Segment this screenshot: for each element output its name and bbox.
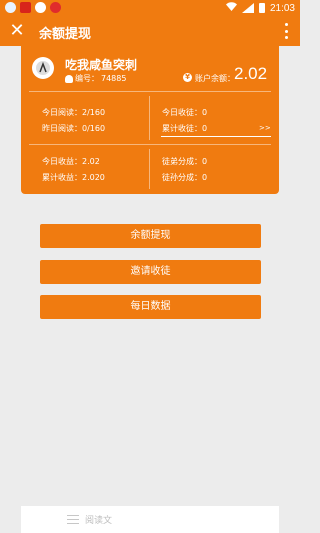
bottom-tab-bar: 阅读文 bbox=[21, 506, 279, 533]
toutiao-icon bbox=[20, 2, 31, 13]
total-disciples-stat[interactable]: 累计收徒：0 bbox=[162, 123, 207, 134]
qq-icon bbox=[5, 2, 16, 13]
user-name: 吃我咸鱼突刺 bbox=[65, 58, 138, 72]
more-arrow[interactable]: >> bbox=[259, 124, 271, 132]
weibo-icon bbox=[50, 2, 61, 13]
user-id: 编号： 74885 bbox=[65, 73, 126, 84]
system-icons: 21:03 bbox=[225, 2, 295, 14]
signal-icon bbox=[241, 3, 254, 13]
wifi-icon bbox=[225, 2, 237, 14]
app-bar: ✕ 余额提现 bbox=[0, 16, 300, 46]
user-id-value: 74885 bbox=[101, 74, 127, 83]
battery-icon bbox=[258, 3, 265, 13]
more-vertical-icon[interactable] bbox=[285, 23, 289, 39]
balance-label: 账户余额： bbox=[195, 74, 235, 83]
today-income-stat: 今日收益：2.02 bbox=[42, 157, 100, 166]
close-icon[interactable]: ✕ bbox=[9, 22, 25, 40]
yuan-icon: ¥ bbox=[183, 73, 192, 82]
user-icon bbox=[65, 74, 73, 83]
divider bbox=[149, 149, 150, 189]
divider bbox=[149, 96, 150, 140]
tab-read[interactable]: 阅读文 bbox=[85, 513, 112, 526]
total-income-stat: 累计收益：2.020 bbox=[42, 173, 105, 182]
yesterday-read-stat: 昨日阅读：0/160 bbox=[42, 124, 106, 133]
disciple-share-stat: 徒弟分成：0 bbox=[162, 157, 208, 166]
list-icon[interactable] bbox=[67, 515, 79, 524]
notification-icons bbox=[5, 2, 61, 13]
grand-disciple-share-stat: 徒孙分成：0 bbox=[162, 173, 208, 182]
clock: 21:03 bbox=[269, 2, 295, 14]
underline bbox=[161, 136, 271, 137]
today-read-stat: 今日阅读：2/160 bbox=[42, 108, 106, 117]
wechat-icon bbox=[35, 2, 46, 13]
status-bar: 21:03 bbox=[0, 0, 300, 16]
page-title: 余额提现 bbox=[39, 26, 92, 41]
daily-data-button[interactable]: 每日数据 bbox=[40, 295, 261, 319]
account-card: 吃我咸鱼突刺 编号： 74885 ¥ 账户余额： 2.02 今日阅读：2/160… bbox=[21, 46, 279, 194]
divider bbox=[29, 91, 271, 92]
withdraw-button[interactable]: 余额提现 bbox=[40, 224, 261, 248]
today-disciples-stat: 今日收徒：0 bbox=[162, 108, 208, 117]
avatar[interactable] bbox=[32, 57, 54, 79]
balance-value: 2.02 bbox=[234, 64, 268, 83]
divider bbox=[29, 144, 271, 145]
user-id-label: 编号： bbox=[75, 74, 99, 83]
invite-button[interactable]: 邀请收徒 bbox=[40, 260, 261, 284]
